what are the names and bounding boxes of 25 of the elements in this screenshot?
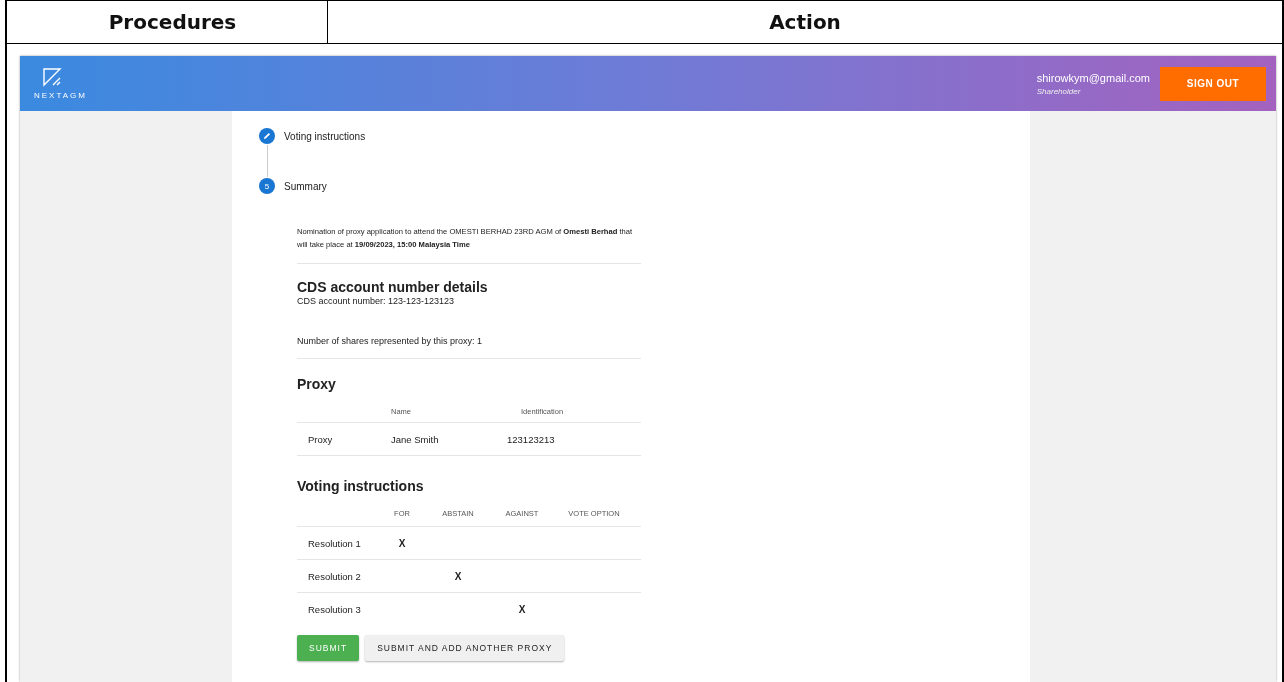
pencil-icon: [259, 128, 275, 144]
account-number-text: CDS account number: 123-123-123123: [297, 296, 456, 306]
column-header: Procedures: [108, 10, 237, 34]
step-label[interactable]: Voting instructions: [284, 130, 366, 142]
vote-mark: X: [453, 570, 463, 582]
table-cell-text: Resolution 2: [307, 570, 362, 582]
shares-text: Number of shares represented by this proxy: 1: [297, 336, 484, 346]
section-title: Proxy: [297, 376, 337, 392]
table-cell-text: Resolution 3: [307, 603, 362, 615]
table-cell-text: 123123213: [507, 433, 556, 445]
user-email: shirowkym@gmail.com: [1036, 71, 1150, 84]
section-title: Voting instructions: [297, 478, 425, 494]
table-cell-text: Resolution 1: [307, 537, 362, 549]
table-cell-text: Jane Smith: [391, 433, 440, 445]
vote-mark: X: [517, 603, 527, 615]
step-label[interactable]: Summary: [284, 180, 327, 192]
user-role: Shareholder: [1036, 86, 1082, 96]
logo-icon: [42, 67, 62, 87]
submit-button[interactable]: SUBMIT AND ADD ANOTHER PROXY: [365, 635, 565, 661]
step-number: 5: [259, 178, 275, 194]
logo-text: NEXTAGM: [34, 91, 87, 100]
column-header: Action: [769, 10, 841, 34]
table-cell-text: Proxy: [307, 433, 334, 445]
section-title: CDS account number details: [297, 279, 489, 295]
vote-mark: X: [397, 537, 407, 549]
